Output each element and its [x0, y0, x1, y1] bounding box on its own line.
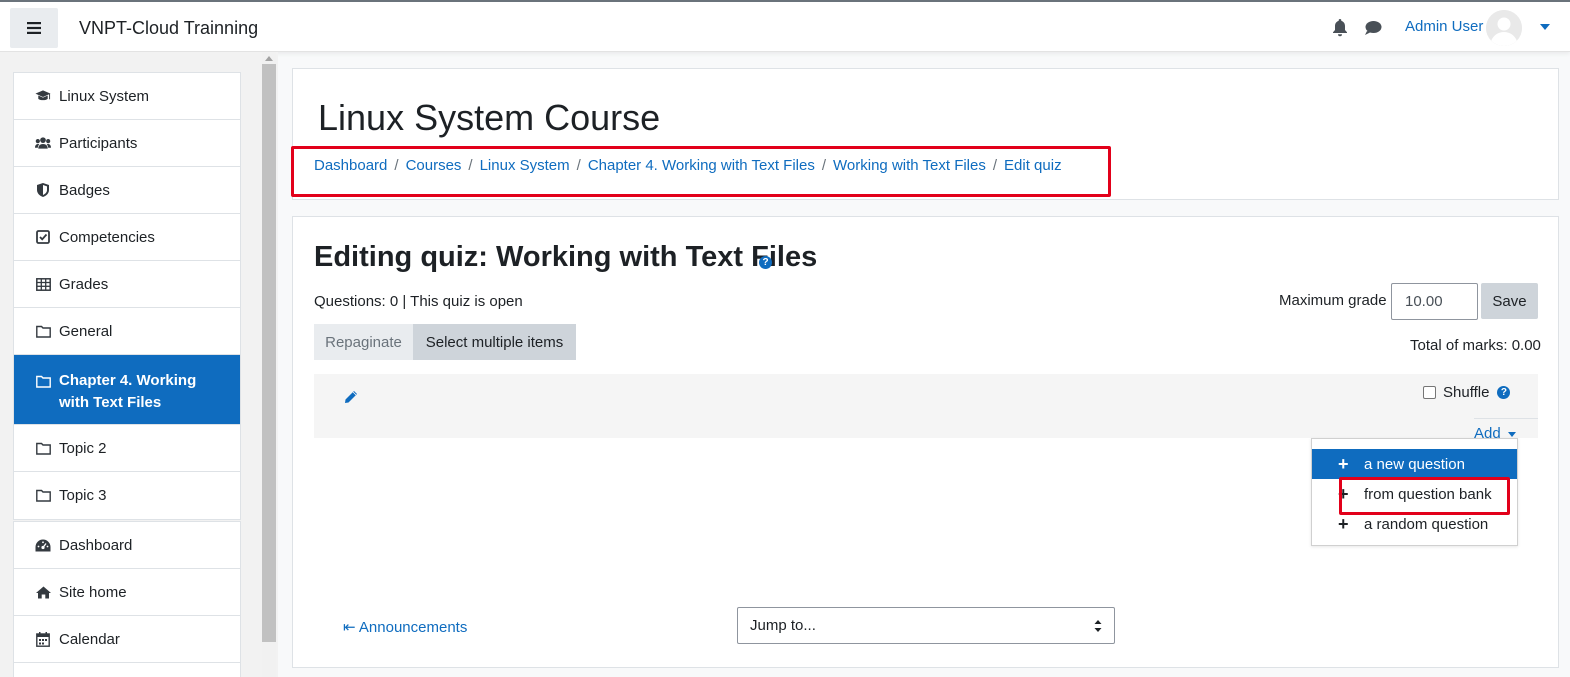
question-icon[interactable]: ?	[1497, 386, 1511, 399]
sidebar-item-label: Topic 3	[59, 487, 107, 504]
sidebar-item-label: Competencies	[59, 228, 155, 246]
calendar-icon	[35, 631, 51, 647]
jump-to-select[interactable]: Jump to...	[737, 607, 1115, 644]
top-navbar: VNPT-Cloud Trainning Admin User	[0, 0, 1570, 52]
shuffle-label: Shuffle	[1443, 384, 1490, 401]
chevron-down-icon[interactable]	[1540, 24, 1550, 30]
users-icon	[35, 135, 51, 151]
sidebar-item-general[interactable]: General	[14, 308, 240, 355]
graduation-cap-icon	[35, 88, 51, 104]
sidebar-item-topic-2[interactable]: Topic 2	[14, 425, 240, 472]
folder-icon	[35, 488, 51, 504]
scrollbar-thumb[interactable]	[262, 64, 276, 642]
sidebar-item-site-home[interactable]: Site home	[14, 569, 240, 616]
max-grade-input[interactable]	[1391, 283, 1478, 320]
sidebar-item-participants[interactable]: Participants	[14, 120, 240, 167]
home-icon	[35, 584, 51, 600]
page-title: Linux System Course	[318, 97, 661, 138]
sidebar-item-label: Linux System	[59, 87, 150, 105]
sidebar-item-label: Participants	[59, 134, 138, 152]
announcements-label: Announcements	[358, 619, 468, 636]
site-name[interactable]: VNPT-Cloud Trainning	[79, 18, 258, 39]
total-marks: Total of marks: 0.00	[1410, 337, 1541, 354]
chevron-down-icon	[1507, 431, 1516, 437]
scroll-up-icon[interactable]	[265, 56, 273, 61]
folder-icon	[35, 373, 51, 389]
sidebar-item-label: Calendar	[59, 630, 120, 648]
question-icon[interactable]: ?	[759, 256, 772, 269]
sidebar-item-label: Chapter 4. Working with Text Files	[59, 372, 197, 411]
quiz-status: Questions: 0 | This quiz is open	[314, 293, 523, 310]
bell-icon[interactable]	[1332, 19, 1348, 37]
sort-icon	[1094, 619, 1102, 633]
site-nav: Dashboard Site home Calendar	[13, 521, 241, 677]
sidebar-item-label: Badges	[59, 181, 110, 199]
sidebar-item-dashboard[interactable]: Dashboard	[14, 522, 240, 569]
arrow-left-icon: ⇤	[343, 619, 356, 636]
shuffle-control: Shuffle ?	[1423, 384, 1511, 401]
plus-icon: +	[1338, 454, 1349, 474]
question-bank-highlight-box	[1339, 477, 1510, 515]
sidebar-item-topic-3[interactable]: Topic 3	[14, 472, 240, 519]
shuffle-checkbox[interactable]	[1423, 386, 1436, 399]
sidebar-item-label: Grades	[59, 275, 109, 293]
menu-item-label: a random question	[1364, 515, 1489, 533]
select-multiple-button[interactable]: Select multiple items	[413, 324, 576, 360]
sidebar-item-grades[interactable]: Grades	[14, 261, 240, 308]
breadcrumb-highlight-box	[291, 146, 1111, 197]
sidebar-item-label: Topic 2	[59, 439, 107, 457]
jump-to-value: Jump to...	[750, 617, 816, 634]
shield-icon	[35, 182, 51, 198]
menu-item-new-question[interactable]: + a new question	[1312, 449, 1517, 479]
max-grade-label: Maximum grade	[1279, 292, 1387, 309]
check-square-icon	[35, 229, 51, 245]
sidebar: Linux System Participants Badges Compete…	[0, 52, 278, 677]
user-name[interactable]: Admin User	[1405, 18, 1483, 35]
menu-item-label: a new question	[1364, 455, 1465, 473]
save-button[interactable]: Save	[1481, 283, 1538, 319]
avatar[interactable]	[1486, 10, 1522, 46]
sidebar-item-label: Site home	[59, 583, 127, 601]
sidebar-item-chapter-4[interactable]: Chapter 4. Working with Text Files	[14, 355, 240, 425]
sidebar-item-label: General	[59, 322, 113, 340]
sidebar-item-more	[14, 663, 240, 677]
hamburger-icon[interactable]	[10, 8, 58, 48]
quiz-editor: Editing quiz: Working with Text Files ? …	[292, 216, 1559, 668]
sidebar-item-competencies[interactable]: Competencies	[14, 214, 240, 261]
sidebar-scrollbar[interactable]	[262, 52, 276, 677]
announcements-link[interactable]: ⇤ Announcements	[343, 618, 467, 636]
sidebar-item-linux-system[interactable]: Linux System	[14, 73, 240, 120]
sidebar-item-label: Dashboard	[59, 536, 133, 554]
sidebar-item-badges[interactable]: Badges	[14, 167, 240, 214]
folder-icon	[35, 440, 51, 456]
course-nav: Linux System Participants Badges Compete…	[13, 72, 241, 520]
pencil-icon[interactable]	[344, 390, 358, 404]
folder-icon	[35, 323, 51, 339]
plus-icon: +	[1338, 514, 1349, 534]
repaginate-button[interactable]: Repaginate	[314, 324, 413, 360]
quiz-title: Editing quiz: Working with Text Files	[314, 241, 818, 273]
sidebar-item-calendar[interactable]: Calendar	[14, 616, 240, 663]
chat-icon[interactable]	[1364, 20, 1382, 36]
quiz-section: Shuffle ? Add	[314, 374, 1538, 442]
table-icon	[35, 276, 51, 292]
tachometer-icon	[35, 537, 51, 553]
